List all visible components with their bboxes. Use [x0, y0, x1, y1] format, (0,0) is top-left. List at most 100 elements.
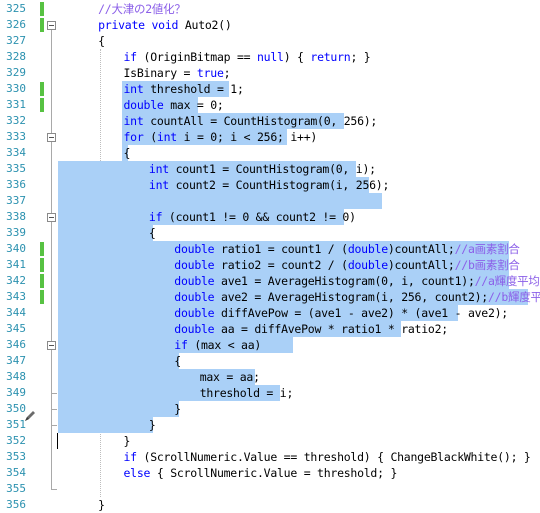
- code-token: }: [174, 402, 181, 416]
- code-text: }: [149, 417, 156, 433]
- code-token: ave1 = AverageHistogram(0, i, count1);: [214, 274, 475, 288]
- code-line[interactable]: 343 double ave2 = AverageHistogram(i, 256…: [0, 289, 540, 305]
- code-token: count2 = CountHistogram(i, 256);: [168, 178, 390, 192]
- code-token: (max < aa): [187, 338, 262, 352]
- code-text: max = aa;: [200, 369, 260, 385]
- change-marker: [40, 2, 44, 16]
- keyword-token: double: [174, 322, 215, 336]
- code-line[interactable]: 340 double ratio1 = count1 / (double)coun…: [0, 241, 540, 257]
- code-text: double aa = diffAvePow * ratio1 * ratio2…: [174, 321, 448, 337]
- selection-highlight: [58, 225, 154, 241]
- line-number: 356: [6, 498, 26, 511]
- code-line[interactable]: 334 {: [0, 145, 540, 161]
- code-text: int threshold = 1;: [124, 81, 244, 97]
- code-text: //大津の2値化？: [98, 1, 186, 17]
- code-text: if (ScrollNumeric.Value == threshold) { …: [124, 449, 531, 465]
- code-token: threshold = 1;: [143, 82, 244, 96]
- line-number: 326: [6, 18, 26, 31]
- line-number: 355: [6, 482, 26, 495]
- code-line[interactable]: 329 IsBinary = true;: [0, 65, 540, 81]
- line-number: 331: [6, 98, 26, 111]
- code-line[interactable]: 330 int threshold = 1;: [0, 81, 540, 97]
- change-marker: [40, 290, 44, 304]
- line-number: 342: [6, 274, 26, 287]
- text-cursor: [57, 433, 58, 449]
- line-number: 346: [6, 338, 26, 351]
- keyword-token: double: [174, 242, 215, 256]
- code-line[interactable]: 344 double diffAvePow = (ave1 - ave2) * (…: [0, 305, 540, 321]
- comment-token: //大津の2値化？: [98, 2, 186, 16]
- code-line[interactable]: 339 {: [0, 225, 540, 241]
- code-editor[interactable]: 325 //大津の2値化？ 326 private void Auto2() 327 {3…: [0, 0, 540, 512]
- code-text: {: [98, 33, 105, 49]
- line-number: 328: [6, 50, 26, 63]
- line-number: 332: [6, 114, 26, 127]
- outline-collapse-icon[interactable]: [47, 341, 56, 350]
- line-number: 349: [6, 386, 26, 399]
- keyword-token: double: [174, 274, 215, 288]
- keyword-token: int: [123, 114, 144, 128]
- code-token: count1 = CountHistogram(0, i);: [168, 162, 376, 176]
- keyword-token: true: [196, 66, 224, 80]
- code-token: Auto2(): [178, 18, 232, 32]
- code-line[interactable]: 332 int countAll = CountHistogram(0, 256)…: [0, 113, 540, 129]
- keyword-token: for: [123, 130, 144, 144]
- code-line[interactable]: 352}: [0, 433, 540, 449]
- code-line[interactable]: 328 if (OriginBitmap == null) { return; }: [0, 49, 540, 65]
- code-line[interactable]: 351}: [0, 417, 540, 433]
- code-line[interactable]: 333 for (int i = 0; i < 256; i++): [0, 129, 540, 145]
- code-line[interactable]: 335 int count1 = CountHistogram(0, i);: [0, 161, 540, 177]
- code-text: }: [98, 497, 105, 513]
- code-token: )countAll;: [387, 258, 455, 272]
- code-token: max = 0;: [163, 98, 224, 112]
- code-line[interactable]: 350}: [0, 401, 540, 417]
- line-number: 344: [6, 306, 26, 319]
- selection-highlight: [58, 353, 179, 369]
- code-line[interactable]: 356}: [0, 497, 540, 513]
- outline-collapse-icon[interactable]: [47, 133, 56, 142]
- code-text: if (count1 != 0 && count2 != 0): [149, 209, 356, 225]
- code-text: double ratio1 = count1 / (double)countAl…: [174, 241, 520, 257]
- pencil-icon[interactable]: [22, 408, 38, 424]
- code-line[interactable]: 336 int count2 = CountHistogram(i, 256);: [0, 177, 540, 193]
- code-line[interactable]: 346 if (max < aa): [0, 337, 540, 353]
- keyword-token: private void: [98, 18, 179, 32]
- code-line[interactable]: 347 {: [0, 353, 540, 369]
- code-line[interactable]: 325 //大津の2値化？: [0, 1, 540, 17]
- outline-collapse-icon[interactable]: [47, 21, 56, 30]
- line-number: 354: [6, 466, 26, 479]
- code-text: double ratio2 = count2 / (double)countAl…: [174, 257, 520, 273]
- code-line[interactable]: 345 double aa = diffAvePow * ratio1 * rat…: [0, 321, 540, 337]
- keyword-token: double: [174, 290, 215, 304]
- code-line[interactable]: 331 double max = 0;: [0, 97, 540, 113]
- code-line[interactable]: 341 double ratio2 = count2 / (double)coun…: [0, 257, 540, 273]
- code-token: ave2 = AverageHistogram(i, 256, count2);: [214, 290, 488, 304]
- line-number: 335: [6, 162, 26, 175]
- code-text: {: [124, 145, 131, 161]
- code-line[interactable]: 327 {: [0, 33, 540, 49]
- code-token: (OriginBitmap ==: [136, 50, 257, 64]
- code-line[interactable]: 348 max = aa;: [0, 369, 540, 385]
- code-line[interactable]: 342 double ave1 = AverageHistogram(0, i, …: [0, 273, 540, 289]
- line-number: 333: [6, 130, 26, 143]
- code-line[interactable]: 337: [0, 193, 540, 209]
- code-line[interactable]: 326 private void Auto2(): [0, 17, 540, 33]
- code-line[interactable]: 354 else { ScrollNumeric.Value = threshol…: [0, 465, 540, 481]
- code-line[interactable]: 338 if (count1 != 0 && count2 != 0): [0, 209, 540, 225]
- code-token: ratio2 = count2 / (: [214, 258, 348, 272]
- line-number: 330: [6, 82, 26, 95]
- code-token: ; }: [350, 50, 371, 64]
- code-line[interactable]: 355: [0, 481, 540, 497]
- code-text: }: [174, 401, 181, 417]
- code-token: countAll = CountHistogram(0, 256);: [143, 114, 378, 128]
- code-text: int count2 = CountHistogram(i, 256);: [149, 177, 390, 193]
- outline-collapse-icon[interactable]: [47, 213, 56, 222]
- code-text: if (OriginBitmap == null) { return; }: [124, 49, 371, 65]
- line-number: 343: [6, 290, 26, 303]
- line-number: 327: [6, 34, 26, 47]
- line-number: 345: [6, 322, 26, 335]
- line-number: 334: [6, 146, 26, 159]
- code-line[interactable]: 353 if (ScrollNumeric.Value == threshold)…: [0, 449, 540, 465]
- code-line[interactable]: 349 threshold = i;: [0, 385, 540, 401]
- selection-highlight: [58, 193, 382, 209]
